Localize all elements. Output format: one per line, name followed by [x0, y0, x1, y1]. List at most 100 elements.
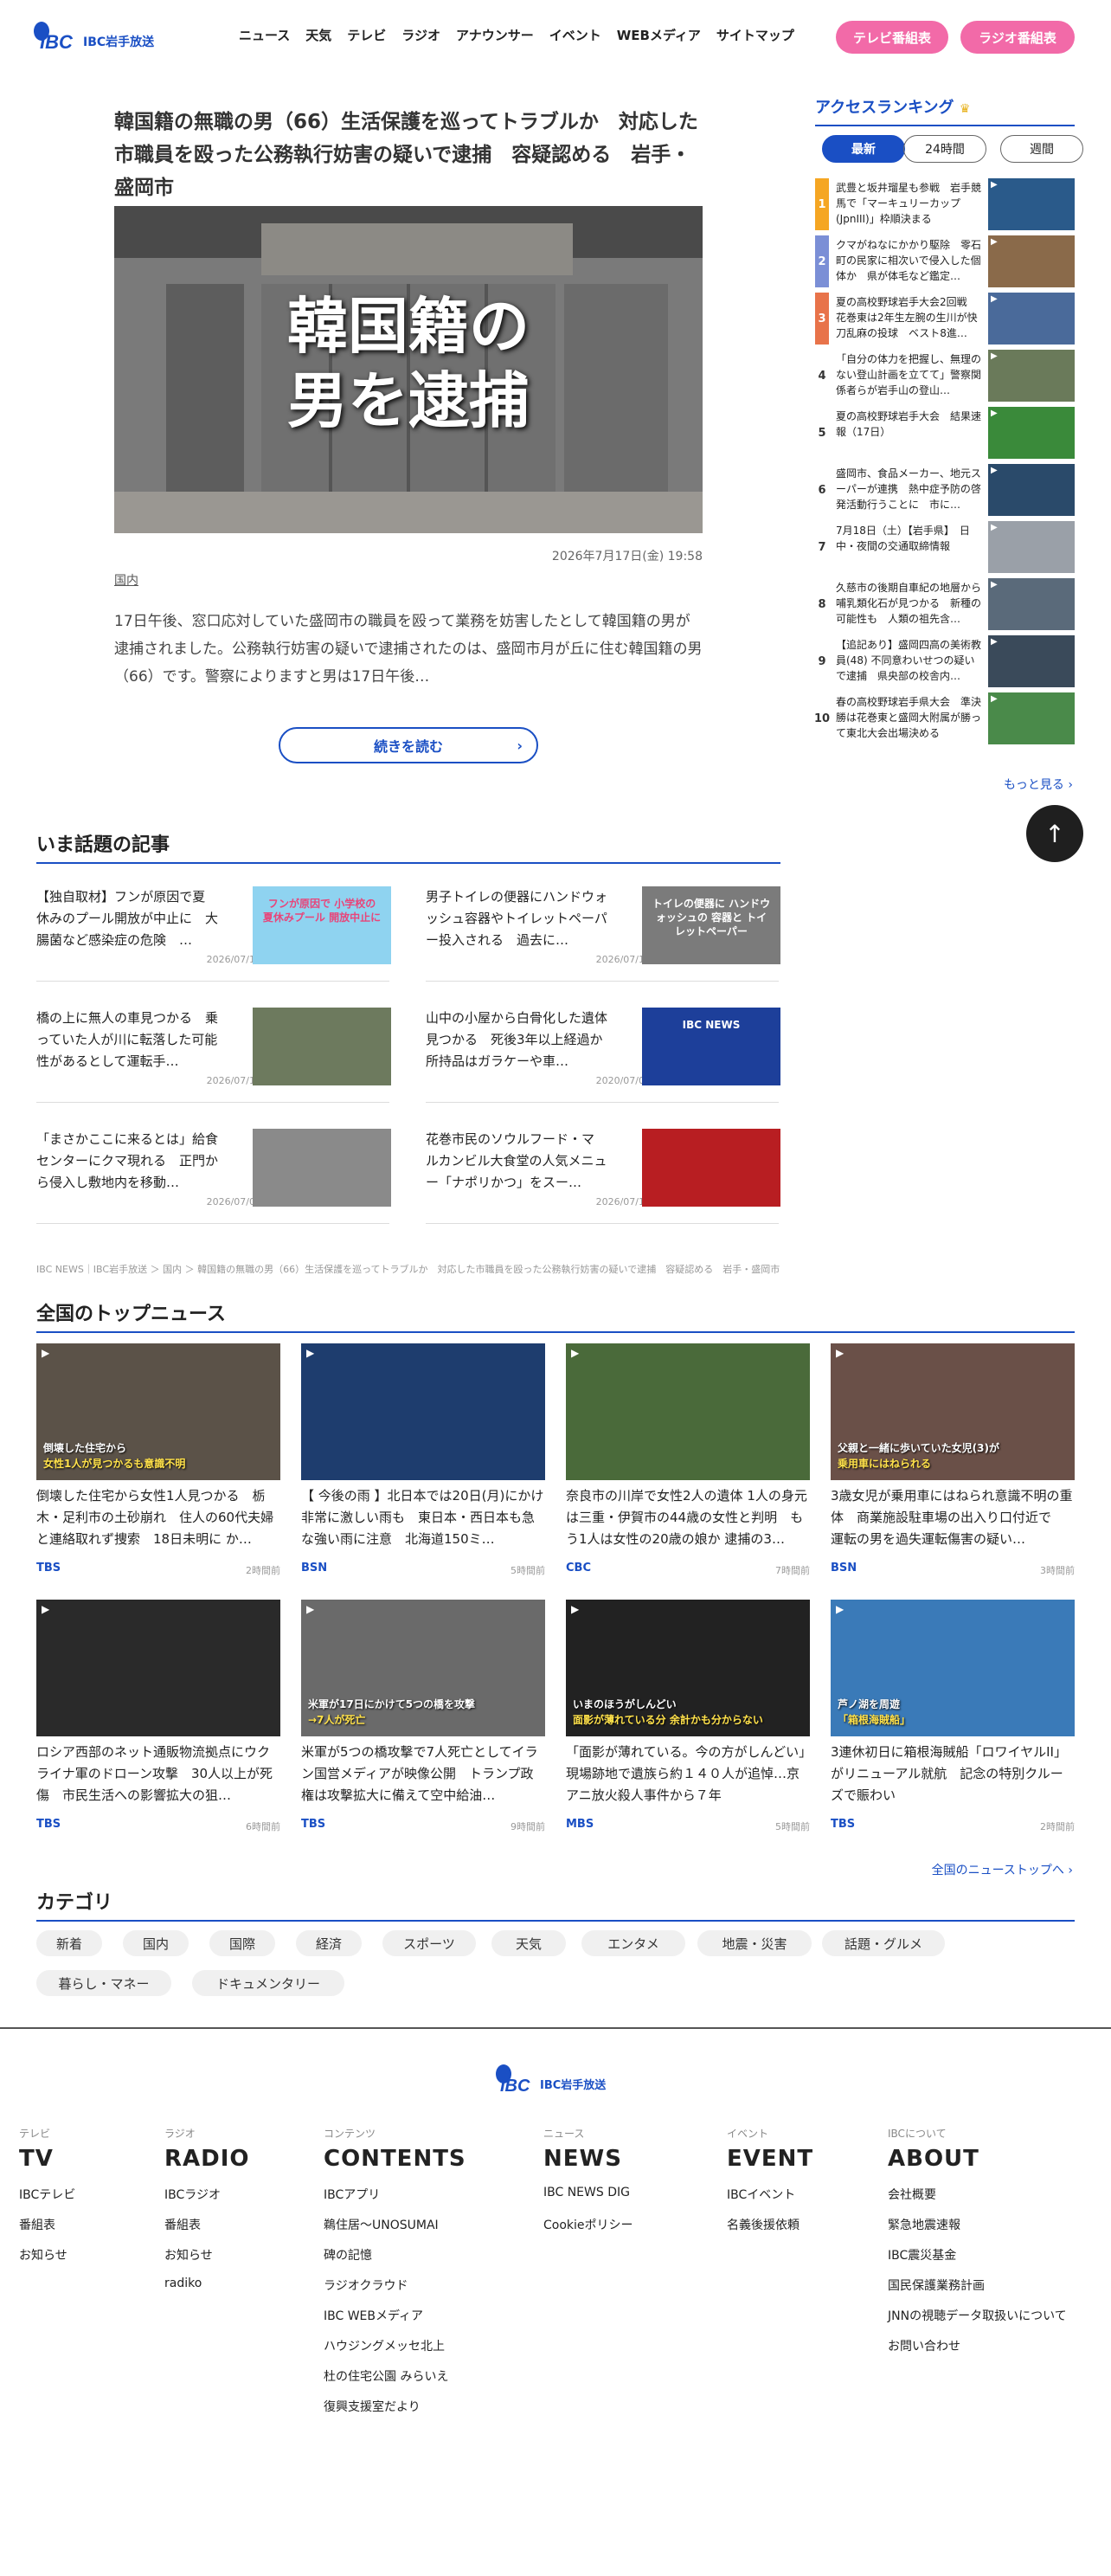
radio-schedule-button[interactable]: ラジオ番組表: [960, 21, 1075, 54]
nav-tv[interactable]: テレビ: [347, 26, 386, 44]
national-news-card[interactable]: ▶ 芦ノ湖を周遊 「箱根海賊船」 3連休初日に箱根海賊船「ロワイヤルII」がリニューア…: [831, 1600, 1075, 1839]
footer-link[interactable]: お問い合わせ: [888, 2337, 1067, 2367]
play-icon: ▶: [306, 1347, 315, 1359]
tab-24h[interactable]: 24時間: [903, 135, 986, 163]
national-news-card[interactable]: ▶ 父親と一緒に歩いていた女児(3)が 乗用車にはねられる 3歳女児が乗用車にはねられ…: [831, 1343, 1075, 1582]
footer-link[interactable]: 名義後援依頼: [727, 2216, 813, 2246]
footer-link[interactable]: 復興支援室だより: [324, 2398, 466, 2428]
thumb-overlay-line1: 芦ノ湖を周遊: [838, 1698, 901, 1710]
footer-link[interactable]: IBCアプリ: [324, 2186, 466, 2216]
footer-link[interactable]: お知らせ: [19, 2246, 75, 2277]
tab-weekly[interactable]: 週間: [1000, 135, 1083, 163]
article-lead: 17日午後、窓口応対していた盛岡市の職員を殴って業務を妨害したとして韓国籍の男が…: [114, 613, 703, 686]
article-image[interactable]: 韓国籍の 男を逮捕: [114, 206, 703, 533]
ranking-item[interactable]: 10 春の高校野球岩手県大会 準決勝は花巻東と盛岡大附属が勝って東北大会出場決める…: [814, 692, 1075, 744]
ranking-item[interactable]: 5 夏の高校野球岩手大会 結果速報（17日） ▶: [815, 407, 1075, 459]
footer-link[interactable]: JNNの視聴データ取扱いについて: [888, 2307, 1067, 2337]
ranking-item[interactable]: 2 クマがねなにかかり駆除 零石町の民家に相次いで侵入した個体か 県が体毛など鑑定…: [815, 235, 1075, 287]
category-chip[interactable]: 国内: [123, 1930, 189, 1956]
footer-column-title[interactable]: RADIO: [164, 2146, 250, 2172]
footer-link[interactable]: IBC WEBメディア: [324, 2307, 466, 2337]
nav-web-media[interactable]: WEBメディア: [617, 26, 701, 44]
nav-news[interactable]: ニュース: [239, 26, 290, 44]
footer-column-title[interactable]: ABOUT: [888, 2146, 1067, 2172]
footer-link[interactable]: IBCイベント: [727, 2186, 813, 2216]
category-chip[interactable]: 天気: [491, 1930, 566, 1956]
ranking-item[interactable]: 9 【追記あり】盛岡四高の美術教員(48) 不同意わいせつの疑いで逮捕 県央部の校…: [815, 635, 1075, 687]
national-more-link[interactable]: 全国のニューストップへ ›: [865, 1861, 1073, 1878]
hot-topic-item[interactable]: 山中の小屋から白骨化した遺体見つかる 死後3年以上経過か 所持品はガラケーや車……: [426, 1008, 780, 1103]
play-icon: ▶: [991, 694, 998, 704]
ibc-logo[interactable]: IBC IBC岩手放送: [33, 19, 154, 54]
category-chip[interactable]: 新着: [36, 1930, 102, 1956]
footer-link[interactable]: radiko: [164, 2277, 250, 2307]
footer-link[interactable]: 国民保護業務計画: [888, 2277, 1067, 2307]
national-news-card[interactable]: ▶ 米軍が17日にかけて5つの橋を攻撃 →7人が死亡 米軍が5つの橋攻撃で7人死亡とし…: [301, 1600, 545, 1839]
ranking-item[interactable]: 3 夏の高校野球岩手大会2回戦 花巻東は2年生左腕の生川が快刀乱麻の投球 ベスト8…: [815, 293, 1075, 345]
footer-link[interactable]: 番組表: [19, 2216, 75, 2246]
ranking-item[interactable]: 8 久慈市の後期自車紀の地層から哺乳類化石が見つかる 新種の可能性も 人類の祖先含…: [815, 578, 1075, 630]
footer-column-title[interactable]: NEWS: [543, 2146, 633, 2172]
ranking-text: 久慈市の後期自車紀の地層から哺乳類化石が見つかる 新種の可能性も 人類の祖先含…: [836, 582, 982, 625]
play-icon: ▶: [991, 351, 998, 361]
hot-topic-item[interactable]: 「まさかここに来るとは」給食センターにクマ現れる 正門から侵入し敷地内を移動… 2…: [36, 1129, 391, 1224]
category-chip[interactable]: ドキュメンタリー: [192, 1970, 344, 1996]
category-chip[interactable]: 暮らし・マネー: [36, 1970, 171, 1996]
nav-event[interactable]: イベント: [549, 26, 601, 44]
footer-link[interactable]: ラジオクラウド: [324, 2277, 466, 2307]
footer-link[interactable]: IBC NEWS DIG: [543, 2186, 633, 2216]
ranking-item[interactable]: 1 武豊と坂井瑠星も参戦 岩手競馬で「マーキュリーカップ(JpnIII)」枠順決ま…: [815, 178, 1075, 230]
hot-topic-item[interactable]: 男子トイレの便器にハンドウォッシュ容器やトイレットペーパー投入される 過去に… 2…: [426, 886, 780, 982]
national-news-title: 3連休初日に箱根海賊船「ロワイヤルII」がリニューアル就航 記念の特別クルーズで…: [831, 1744, 1067, 1803]
article-title[interactable]: 韓国籍の無職の男（66）生活保護を巡ってトラブルか 対応した市職員を殴った公務執…: [114, 106, 703, 204]
footer-link[interactable]: IBC震災基金: [888, 2246, 1067, 2277]
national-news-card[interactable]: ▶ 奈良市の川岸で女性2人の遺体 1人の身元は三重・伊賀市の44歳の女性と判明 も…: [566, 1343, 810, 1582]
category-chip[interactable]: 話題・グルメ: [822, 1930, 945, 1956]
nav-weather[interactable]: 天気: [305, 26, 331, 44]
ranking-item[interactable]: 4 「自分の体力を把握し、無理のない登山計画を立てて」警察関係者らが岩手山の登山……: [815, 350, 1075, 402]
footer-link[interactable]: お知らせ: [164, 2246, 250, 2277]
national-news-card[interactable]: ▶ 【 今後の雨 】北日本では20日(月)にかけ非常に激しい雨も 東日本・西日本も…: [301, 1343, 545, 1582]
breadcrumb[interactable]: IBC NEWS｜IBC岩手放送 ＞ 国内 ＞ 韓国籍の無職の男（66）生活保護…: [36, 1262, 780, 1276]
category-chip[interactable]: エンタメ: [581, 1930, 685, 1956]
read-more-button[interactable]: 続きを読む ›: [279, 727, 538, 763]
nav-announcer[interactable]: アナウンサー: [456, 26, 534, 44]
category-chip[interactable]: 国際: [209, 1930, 275, 1956]
footer-link[interactable]: 碑の記憶: [324, 2246, 466, 2277]
hot-topic-item[interactable]: 花巻市民のソウルフード・マルカンビル大食堂の人気メニュー「ナポリかつ」をスー… 2…: [426, 1129, 780, 1224]
footer-column-title[interactable]: EVENT: [727, 2146, 813, 2172]
footer-column-title[interactable]: TV: [19, 2146, 75, 2172]
national-news-card[interactable]: ▶ 倒壊した住宅から 女性1人が見つかるも意識不明 倒壊した住宅から女性1人見つかる …: [36, 1343, 280, 1582]
footer-link[interactable]: 会社概要: [888, 2186, 1067, 2216]
ranking-item[interactable]: 6 盛岡市、食品メーカー、地元スーパーが連携 熱中症予防の啓発活動行うことに 市に…: [815, 464, 1075, 516]
national-news-card[interactable]: ▶ ロシア西部のネット通販物流拠点にウクライナ軍のドローン攻撃 30人以上が死傷 …: [36, 1600, 280, 1839]
nav-radio[interactable]: ラジオ: [401, 26, 440, 44]
hot-topic-item[interactable]: 橋の上に無人の車見つかる 乗っていた人が川に転落した可能性があるとして運転手… 2…: [36, 1008, 391, 1103]
footer-column-title[interactable]: CONTENTS: [324, 2146, 466, 2172]
footer-link[interactable]: 緊急地震速報: [888, 2216, 1067, 2246]
footer-logo[interactable]: IBC IBC岩手放送: [495, 2062, 616, 2096]
footer-link[interactable]: 番組表: [164, 2216, 250, 2246]
article-category[interactable]: 国内: [114, 571, 138, 589]
ranking-more-link[interactable]: もっと見る ›: [952, 776, 1073, 793]
category-chip[interactable]: 地震・災害: [697, 1930, 812, 1956]
nav-sitemap[interactable]: サイトマップ: [716, 26, 794, 44]
footer-link[interactable]: Cookieポリシー: [543, 2216, 633, 2246]
footer-link[interactable]: IBCテレビ: [19, 2186, 75, 2216]
footer-link[interactable]: 杜の住宅公園 みらいえ: [324, 2367, 466, 2398]
play-icon: ▶: [836, 1347, 844, 1359]
national-news-card[interactable]: ▶ いまのほうがしんどい 面影が薄れている分 余計かも分からない 「面影が薄れている。…: [566, 1600, 810, 1839]
hot-topic-item[interactable]: 【独自取材】フンが原因で夏休みのプール開放が中止に 大腸菌など感染症の危険 … 2…: [36, 886, 391, 982]
read-more-label: 続きを読む: [373, 738, 443, 755]
footer-column: ニュース NEWS IBC NEWS DIG Cookieポリシー: [543, 2126, 633, 2246]
tab-latest[interactable]: 最新: [822, 135, 905, 163]
category-chip[interactable]: 経済: [296, 1930, 362, 1956]
footer-link[interactable]: 鵜住居〜UNOSUMAI: [324, 2216, 466, 2246]
scroll-to-top-button[interactable]: ↑: [1026, 805, 1083, 862]
national-news-thumbnail: ▶ 米軍が17日にかけて5つの橋を攻撃 →7人が死亡: [301, 1600, 545, 1736]
ranking-item[interactable]: 7 7月18日（土）【岩手県】 日中・夜間の交通取締情報 ▶: [815, 521, 1075, 573]
footer-link[interactable]: IBCラジオ: [164, 2186, 250, 2216]
footer-link[interactable]: ハウジングメッセ北上: [324, 2337, 466, 2367]
category-chip[interactable]: スポーツ: [382, 1930, 476, 1956]
tv-schedule-button[interactable]: テレビ番組表: [836, 21, 948, 54]
